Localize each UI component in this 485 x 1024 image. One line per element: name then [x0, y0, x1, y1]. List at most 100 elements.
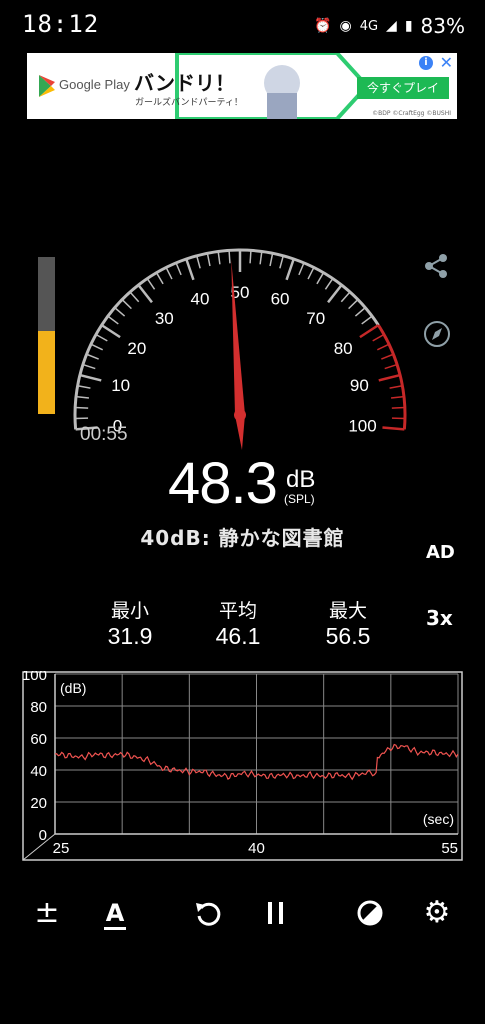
signal-icon: ◢ [386, 18, 397, 34]
gauge-tick [376, 343, 390, 351]
bottom-toolbar: ± A ⚙ [0, 895, 485, 935]
gauge-tick [327, 284, 343, 304]
stat-min-label: 最小 [110, 600, 149, 622]
gauge-tick [279, 255, 284, 269]
gauge-label: 10 [111, 376, 130, 395]
gauge-tick [391, 406, 405, 409]
gauge-tick [75, 395, 90, 399]
status-time: 18:12 [22, 10, 100, 38]
graph-frame [22, 671, 463, 861]
gauge-tick [378, 373, 401, 382]
gauge-tick [381, 353, 394, 360]
gauge-tick [129, 291, 140, 303]
graph-y-tick: 0 [39, 827, 47, 844]
ad-store-name: Google Play [59, 77, 130, 92]
ad-title: バンドリ！ [134, 71, 235, 95]
reading-unit: dB [286, 466, 316, 493]
reset-icon[interactable] [188, 895, 228, 937]
reference-label: 40dB: 静かな図書館 [140, 526, 345, 550]
text-size-icon[interactable]: A [95, 899, 135, 930]
gear-icon[interactable]: ⚙ [417, 895, 457, 930]
gauge-label: 20 [127, 339, 146, 358]
gauge-tick [95, 333, 108, 342]
gauge-tick [359, 324, 380, 339]
level-meter-fill [38, 330, 55, 414]
gauge-tick [285, 258, 295, 281]
compass-icon[interactable] [422, 319, 452, 353]
gauge-tick [249, 250, 252, 264]
network-label: 4G [359, 18, 379, 34]
gauge-tick [107, 315, 119, 325]
current-reading: 48.3 [168, 451, 278, 516]
graph-y-tick: 80 [30, 699, 47, 716]
stat-avg: 平均 46.1 [193, 596, 283, 650]
gauge-tick [165, 267, 173, 280]
graph-y-tick: 20 [30, 795, 47, 812]
battery-percent: 83% [420, 14, 465, 38]
ad-toggle-button[interactable]: AD [426, 542, 455, 563]
gauge-tick [372, 333, 385, 342]
gauge-label: 30 [155, 309, 174, 328]
ad-banner[interactable]: Google Play バンドリ！ ガールズバンドパーティ！ 今すぐプレイ ©B… [27, 53, 457, 119]
stat-avg-label: 平均 [218, 600, 257, 622]
gauge-tick [196, 255, 201, 269]
status-bar: 18:12 ⏰ ◉ 4G ◢ ▮ 83% [0, 0, 485, 52]
plus-minus-icon[interactable]: ± [27, 895, 67, 930]
gauge-tick [82, 363, 96, 370]
graph-y-tick: 40 [30, 763, 47, 780]
stat-max: 最大 56.5 [303, 596, 393, 650]
stat-max-value: 56.5 [325, 623, 371, 649]
stat-min-value: 31.9 [107, 623, 153, 649]
gauge-tick [77, 385, 91, 389]
gauge-tick [121, 299, 132, 310]
gauge-tick [86, 353, 99, 360]
alarm-icon: ⏰ [314, 18, 332, 34]
graph-x-tick: 55 [441, 840, 458, 857]
stat-min: 最小 31.9 [85, 596, 175, 650]
reading-unit-sub: (SPL) [284, 492, 315, 506]
gauge-tick [259, 251, 263, 265]
stat-max-label: 最大 [328, 600, 367, 622]
share-icon[interactable] [423, 252, 451, 284]
gauge-tick [114, 307, 126, 317]
gauge-label: 80 [334, 339, 353, 358]
gauge-tick [90, 343, 104, 351]
graph-y-tick: 100 [22, 671, 47, 684]
ad-info-icon[interactable]: i [419, 56, 433, 70]
gauge-tick [75, 406, 89, 409]
gauge-tick [340, 291, 351, 303]
gauge-tick [206, 253, 211, 267]
graph-x-tick: 25 [53, 840, 70, 857]
sound-gauge: 010203040 50 60708090100 [73, 248, 407, 450]
gauge-tick [185, 258, 195, 281]
elapsed-timer: 00:55 [80, 424, 128, 445]
gauge-tick [228, 250, 231, 264]
gauge-tick [155, 272, 164, 285]
gauge-tick [175, 262, 182, 276]
gauge-tick [390, 395, 405, 399]
gauge-label: 40 [190, 290, 209, 309]
speed-button[interactable]: 3x [426, 606, 453, 630]
gauge-tick [307, 267, 315, 280]
ad-copyright: ©BDP ©CraftEgg ©BUSHI [372, 110, 451, 117]
gauge-hub [234, 409, 246, 421]
gauge-tick [324, 278, 334, 290]
stat-avg-value: 46.1 [215, 623, 261, 649]
ad-close-icon[interactable]: ✕ [440, 53, 453, 72]
pause-icon[interactable] [256, 895, 296, 938]
gauge-tick [316, 272, 325, 285]
graph-y-tick: 60 [30, 731, 47, 748]
graph-x-tick: 40 [248, 840, 265, 857]
gauge-tick [354, 307, 366, 317]
contrast-icon[interactable] [350, 895, 390, 938]
gauge-tick [348, 299, 359, 310]
ad-play-button[interactable]: 今すぐプレイ [357, 77, 449, 99]
gauge-label: 100 [348, 417, 376, 436]
gauge-tick [79, 373, 102, 382]
gauge-tick [384, 363, 398, 370]
gauge-tick [269, 253, 274, 267]
gauge-tick [100, 324, 121, 339]
gauge-label: 70 [306, 309, 325, 328]
status-icons: ⏰ ◉ 4G ◢ ▮ 83% [314, 14, 465, 38]
gauge-tick [382, 426, 405, 431]
